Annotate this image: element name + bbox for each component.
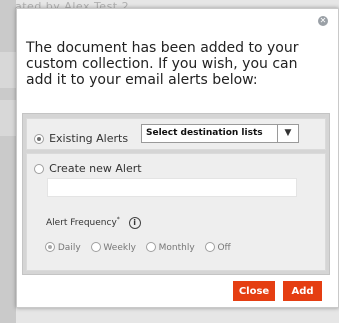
frequency-radio-monthly[interactable] <box>145 242 156 252</box>
alert-frequency-text: Alert Frequency <box>46 218 117 228</box>
required-mark: * <box>116 216 120 223</box>
create-new-alert-label: Create new Alert <box>49 162 142 175</box>
destination-list-value: Select destination lists <box>146 128 263 138</box>
frequency-radio-daily[interactable] <box>45 242 55 252</box>
alert-frequency-label: Alert Frequency* i <box>46 216 141 229</box>
add-button[interactable]: Add <box>283 281 322 301</box>
destination-list-select[interactable]: Select destination lists ▼ <box>141 124 299 143</box>
alert-name-input[interactable] <box>47 178 297 197</box>
chevron-down-icon[interactable]: ▼ <box>277 125 298 142</box>
existing-alerts-radio[interactable] <box>34 133 44 144</box>
dialog-message: The document has been added to your cust… <box>26 40 299 88</box>
frequency-label-daily: Daily <box>57 242 81 253</box>
existing-alerts-label: Existing Alerts <box>49 132 129 145</box>
frequency-radio-weekly[interactable] <box>90 242 101 252</box>
add-to-alerts-dialog: ✕ The document has been added to your cu… <box>16 8 339 308</box>
frequency-options: Daily Weekly Monthly Off <box>45 242 238 253</box>
create-new-alert-radio[interactable] <box>34 163 44 174</box>
close-icon[interactable]: ✕ <box>318 16 328 26</box>
close-button[interactable]: Close <box>233 281 275 301</box>
info-icon[interactable]: i <box>128 216 141 229</box>
frequency-radio-off[interactable] <box>204 242 215 252</box>
modal-overlay <box>0 0 16 323</box>
background-stripe <box>0 100 16 136</box>
frequency-label-off: Off <box>217 242 231 253</box>
frequency-label-monthly: Monthly <box>158 242 195 253</box>
background-stripe <box>0 52 16 88</box>
alerts-panel: Existing Alerts Select destination lists… <box>22 113 330 275</box>
existing-alerts-section: Existing Alerts Select destination lists… <box>26 118 326 150</box>
create-alert-section: Create new Alert Alert Frequency* i Dail… <box>26 153 326 271</box>
frequency-label-weekly: Weekly <box>103 242 136 253</box>
